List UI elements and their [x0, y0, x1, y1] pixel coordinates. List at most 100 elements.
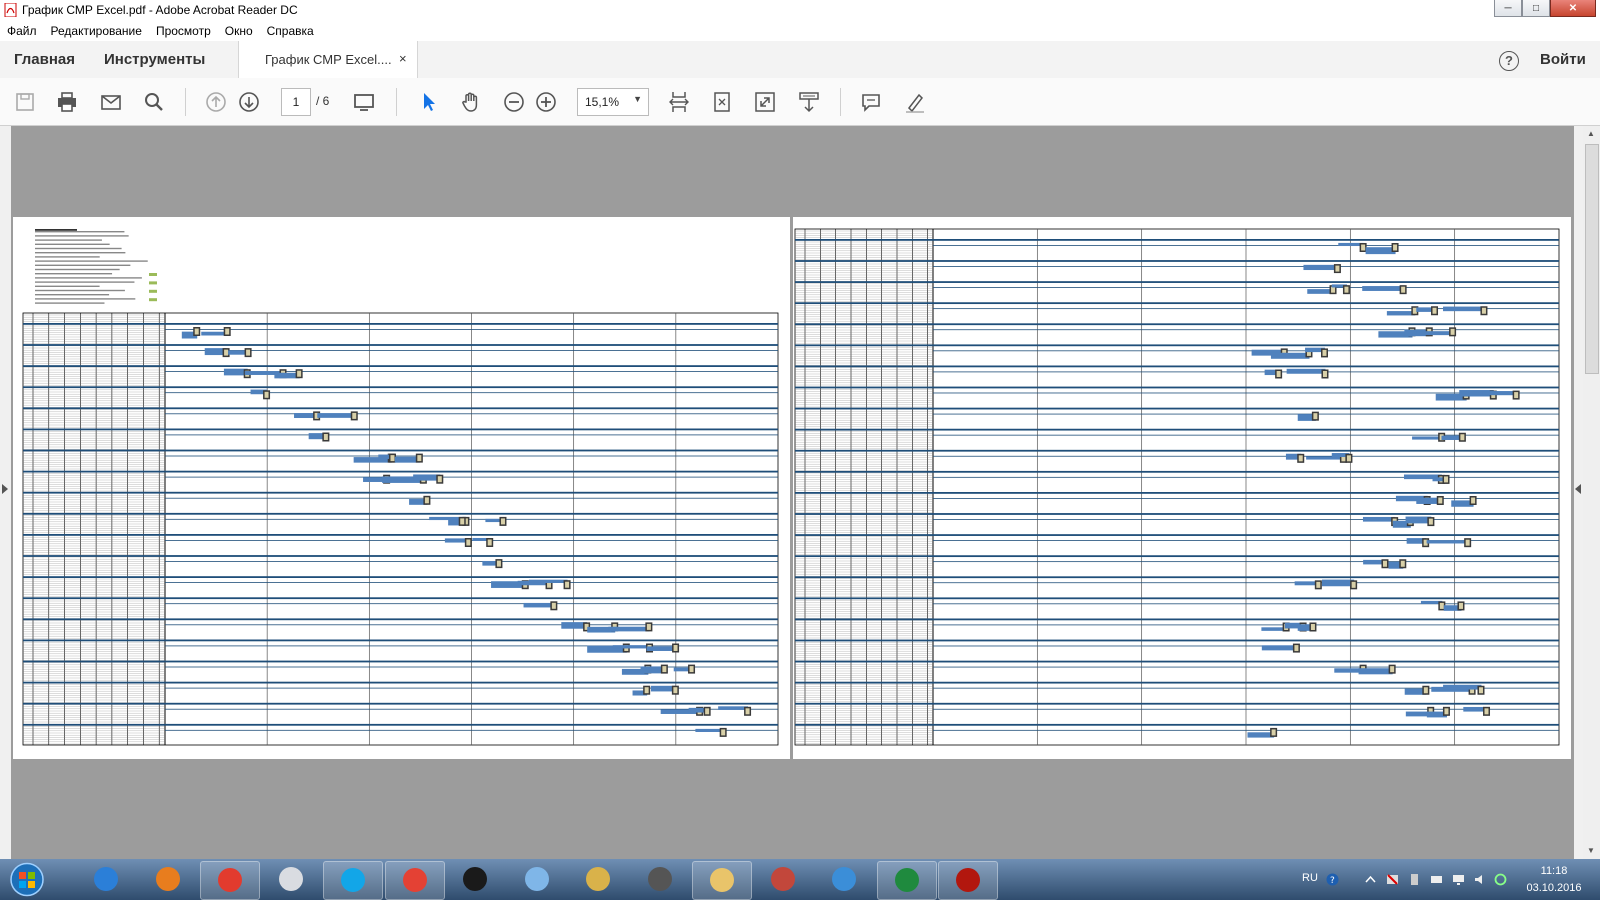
calculator-taskbar-button[interactable] [262, 861, 320, 898]
network-icon[interactable] [1430, 873, 1443, 886]
gantt-bar [1286, 368, 1326, 374]
page-number-input[interactable]: 1 [281, 88, 311, 116]
chrome-taskbar-button[interactable] [384, 861, 445, 900]
agent-taskbar-button[interactable] [754, 861, 812, 898]
zoom-select[interactable]: 15,1% ▼ [577, 88, 649, 116]
tabs-bar: Главная Инструменты График СМР Excel....… [0, 41, 1600, 79]
tools-tab[interactable]: Инструменты [104, 51, 205, 68]
fit-page-icon[interactable] [710, 90, 734, 114]
next-page-icon[interactable] [237, 90, 261, 114]
scrollbar-thumb[interactable] [1585, 144, 1599, 374]
scroll-down-icon[interactable]: ▼ [1587, 846, 1595, 855]
group-separator-thin [165, 729, 778, 731]
clock-date[interactable]: 03.10.2016 [1519, 882, 1589, 894]
acrobat-taskbar-button[interactable] [938, 861, 998, 900]
folder-taskbar-button[interactable] [692, 861, 752, 900]
display-icon[interactable] [1452, 873, 1465, 886]
taskbar: RU ? 11:18 03.10.2016 [0, 859, 1600, 900]
group-separator [23, 470, 778, 473]
zoom-in-icon[interactable] [534, 90, 558, 114]
milestone-marker-inner [1428, 518, 1433, 525]
group-separator-thin [933, 624, 1559, 626]
notification-icon[interactable] [1386, 873, 1399, 886]
milestone-marker-inner [1400, 560, 1405, 567]
milestone-marker-inner [1271, 729, 1276, 736]
paint-taskbar-button[interactable] [815, 861, 873, 898]
gantt-bar [1321, 579, 1355, 587]
milestone-marker-inner [1322, 371, 1327, 377]
skype-taskbar-button[interactable] [323, 861, 383, 900]
gantt-bar [317, 413, 355, 418]
group-separator [795, 281, 1559, 283]
menu-file[interactable]: Файл [0, 21, 44, 41]
yandex-browser-taskbar-button[interactable] [200, 861, 260, 900]
language-indicator[interactable]: RU [1302, 872, 1318, 884]
group-separator [23, 491, 778, 494]
start-orb-icon[interactable] [4, 861, 50, 898]
comment-icon[interactable] [859, 90, 883, 114]
milestone-marker-inner [500, 518, 505, 525]
milestone-marker-inner [1432, 307, 1437, 314]
save-icon[interactable] [13, 90, 37, 114]
group-separator-thin [933, 245, 1559, 246]
scroll-up-icon[interactable]: ▲ [1587, 129, 1595, 138]
search-icon[interactable] [142, 90, 166, 114]
previous-page-icon[interactable] [204, 90, 228, 114]
excel-taskbar-button[interactable] [876, 861, 937, 900]
print-icon[interactable] [55, 90, 79, 114]
close-tab-icon[interactable]: × [399, 51, 407, 66]
menu-window[interactable]: Окно [218, 21, 260, 41]
maximize-button[interactable]: □ [1522, 0, 1550, 17]
microphone-taskbar-button[interactable] [631, 861, 689, 898]
volume-icon[interactable] [1474, 873, 1487, 886]
clock-time[interactable]: 11:18 [1519, 865, 1589, 877]
scanner-taskbar-button[interactable] [569, 861, 627, 898]
close-window-button[interactable]: ✕ [1550, 0, 1596, 17]
home-tab[interactable]: Главная [14, 51, 75, 68]
milestone-marker-inner [1423, 687, 1428, 694]
scrolling-mode-icon[interactable] [797, 90, 821, 114]
right-panel-toggle[interactable] [1574, 126, 1583, 859]
select-cursor-icon[interactable] [417, 90, 441, 114]
media-player-taskbar-button[interactable] [139, 861, 197, 898]
computer-taskbar-button[interactable] [508, 861, 566, 898]
group-separator [795, 513, 1559, 515]
help-tray-icon[interactable]: ? [1326, 873, 1339, 886]
usb-icon[interactable] [1408, 873, 1421, 886]
left-panel-toggle[interactable] [0, 126, 11, 859]
expand-left-icon [2, 484, 8, 494]
skype-icon [341, 868, 365, 892]
minimize-button[interactable]: ─ [1494, 0, 1522, 17]
document-tab[interactable]: График СМР Excel.... × [238, 41, 418, 78]
sync-icon[interactable] [1494, 873, 1507, 886]
hp-taskbar-button[interactable] [446, 861, 504, 898]
hand-tool-icon[interactable] [459, 90, 483, 114]
group-separator-thin [165, 561, 778, 562]
internet-explorer-taskbar-button[interactable] [77, 861, 135, 898]
group-separator-thin [933, 455, 1559, 457]
excel-icon [894, 868, 919, 892]
header-text-line [35, 294, 110, 296]
menu-help[interactable]: Справка [260, 21, 321, 41]
mail-icon[interactable] [99, 90, 123, 114]
highlight-pen-icon[interactable] [903, 90, 927, 114]
header-text-line [35, 260, 148, 262]
vertical-scrollbar[interactable]: ▲ ▼ [1583, 126, 1600, 859]
group-separator [23, 386, 778, 389]
milestone-marker-inner [390, 455, 395, 462]
fit-width-scroll-icon[interactable] [667, 90, 691, 114]
sign-in-button[interactable]: Войти [1540, 51, 1586, 68]
milestone-marker-inner [1390, 666, 1395, 673]
presentation-mode-icon[interactable] [352, 90, 376, 114]
zoom-out-icon[interactable] [502, 90, 526, 114]
menu-edit[interactable]: Редактирование [44, 21, 149, 41]
group-separator-thin [933, 266, 1559, 267]
show-hidden-icons-icon[interactable] [1364, 873, 1377, 886]
document-viewport[interactable]: ▲ ▼ [0, 126, 1600, 859]
group-separator-thin [165, 603, 778, 605]
menu-view[interactable]: Просмотр [149, 21, 218, 41]
group-separator [795, 470, 1559, 473]
gantt-bar [1416, 331, 1454, 336]
help-icon[interactable]: ? [1499, 51, 1519, 71]
full-screen-icon[interactable] [753, 90, 777, 114]
